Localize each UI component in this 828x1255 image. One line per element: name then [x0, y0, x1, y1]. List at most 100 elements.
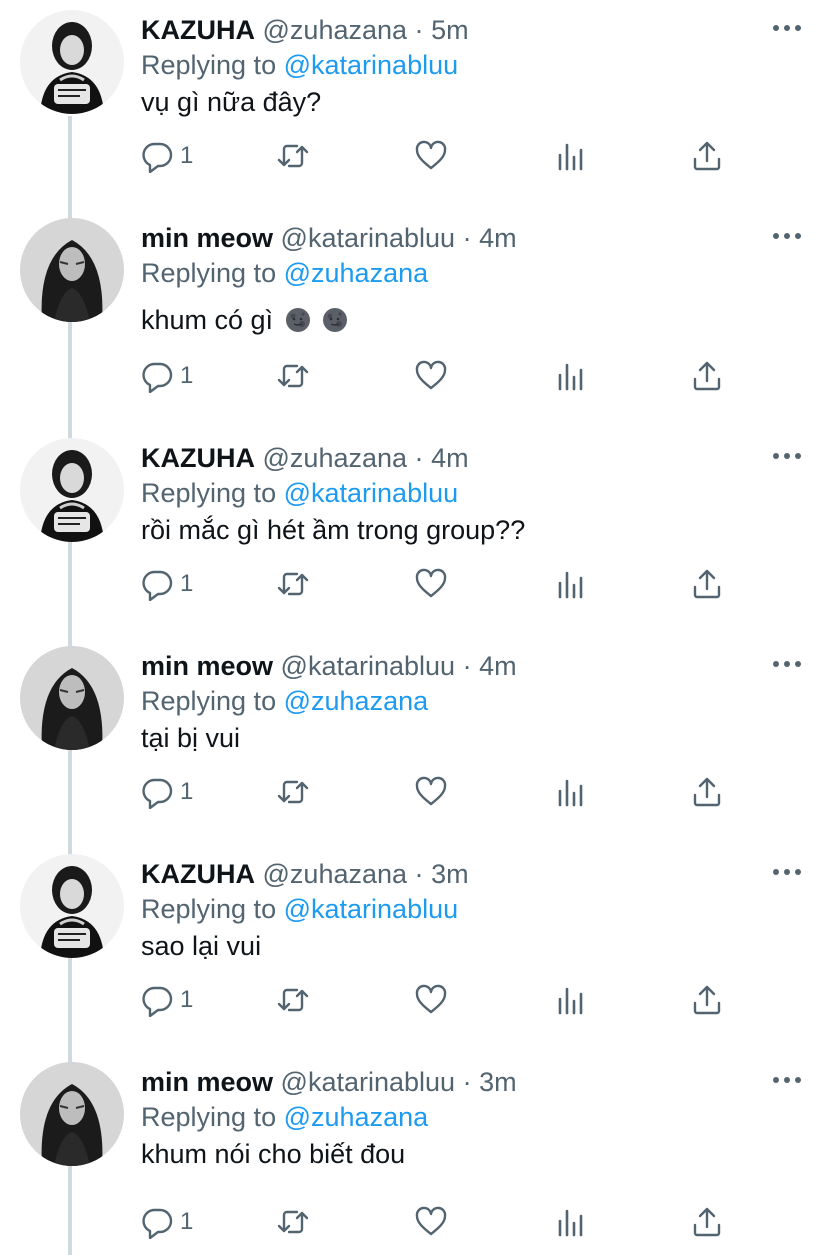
more-horizontal-icon[interactable] [770, 862, 804, 882]
tweet-text: khum có gì [141, 305, 274, 335]
author-name[interactable]: KAZUHA [141, 15, 255, 45]
mention-link[interactable]: @katarinabluu [284, 478, 459, 508]
replying-prefix: Replying to [141, 258, 277, 288]
retweet-button[interactable] [276, 980, 310, 1020]
analytics-button[interactable] [554, 772, 588, 812]
author-handle[interactable]: @katarinabluu [281, 223, 456, 253]
heart-icon [415, 140, 447, 170]
analytics-bars-icon [558, 363, 583, 391]
tweet[interactable]: KAZUHA @zuhazana · 5m Replying to @katar… [0, 0, 828, 208]
tweet-actions: 1 [140, 136, 740, 176]
author-name[interactable]: KAZUHA [141, 443, 255, 473]
separator-dot: · [414, 443, 424, 473]
tweet-header: min meow @katarinabluu · 3m [141, 1064, 517, 1100]
avatar[interactable] [20, 218, 124, 322]
reply-button[interactable]: 1 [140, 980, 193, 1020]
author-name[interactable]: min meow [141, 1067, 273, 1097]
replying-prefix: Replying to [141, 1102, 277, 1132]
tweet-text: khum nói cho biết đou [141, 1139, 406, 1169]
new-moon-face-emoji [323, 308, 348, 332]
share-upload-icon [693, 569, 721, 599]
author-handle[interactable]: @zuhazana [263, 443, 408, 473]
like-button[interactable] [414, 564, 448, 604]
mention-link[interactable]: @zuhazana [284, 258, 429, 288]
like-button[interactable] [414, 136, 448, 176]
share-button[interactable] [690, 136, 724, 176]
retweet-button[interactable] [276, 772, 310, 812]
separator-dot: · [462, 651, 472, 681]
share-button[interactable] [690, 980, 724, 1020]
more-horizontal-icon[interactable] [770, 1070, 804, 1090]
timestamp[interactable]: 3m [479, 1067, 517, 1097]
timestamp[interactable]: 4m [431, 443, 469, 473]
more-horizontal-icon[interactable] [770, 226, 804, 246]
mention-link[interactable]: @katarinabluu [284, 894, 459, 924]
tweet[interactable]: min meow @katarinabluu · 3m Replying to … [0, 1052, 828, 1255]
reply-button[interactable]: 1 [140, 772, 193, 812]
reply-bubble-icon [142, 570, 173, 601]
author-handle[interactable]: @katarinabluu [281, 651, 456, 681]
avatar[interactable] [20, 646, 124, 750]
replying-to: Replying to @zuhazana [141, 683, 428, 719]
share-button[interactable] [690, 772, 724, 812]
author-name[interactable]: KAZUHA [141, 859, 255, 889]
replying-to: Replying to @katarinabluu [141, 891, 458, 927]
replying-prefix: Replying to [141, 894, 277, 924]
avatar[interactable] [20, 854, 124, 958]
mention-link[interactable]: @zuhazana [284, 1102, 429, 1132]
retweet-icon [277, 572, 309, 596]
author-handle[interactable]: @zuhazana [263, 15, 408, 45]
share-upload-icon [693, 985, 721, 1015]
like-button[interactable] [414, 356, 448, 396]
analytics-button[interactable] [554, 356, 588, 396]
avatar[interactable] [20, 1062, 124, 1166]
avatar[interactable] [20, 10, 124, 114]
analytics-button[interactable] [554, 136, 588, 176]
more-horizontal-icon[interactable] [770, 654, 804, 674]
replying-to: Replying to @zuhazana [141, 255, 428, 291]
analytics-bars-icon [558, 987, 583, 1015]
tweet[interactable]: min meow @katarinabluu · 4m Replying to … [0, 636, 828, 844]
timestamp[interactable]: 4m [479, 651, 517, 681]
mention-link[interactable]: @katarinabluu [284, 50, 459, 80]
like-button[interactable] [414, 1202, 448, 1242]
like-button[interactable] [414, 980, 448, 1020]
tweet[interactable]: KAZUHA @zuhazana · 3m Replying to @katar… [0, 844, 828, 1052]
mention-link[interactable]: @zuhazana [284, 686, 429, 716]
share-button[interactable] [690, 356, 724, 396]
retweet-button[interactable] [276, 564, 310, 604]
tweet-text: vụ gì nữa đây? [141, 87, 322, 117]
retweet-button[interactable] [276, 1202, 310, 1242]
reply-button[interactable]: 1 [140, 1202, 193, 1242]
reply-button[interactable]: 1 [140, 356, 193, 396]
timestamp[interactable]: 5m [431, 15, 469, 45]
tweet[interactable]: min meow @katarinabluu · 4m Replying to … [0, 208, 828, 416]
share-button[interactable] [690, 1202, 724, 1242]
author-name[interactable]: min meow [141, 651, 273, 681]
analytics-button[interactable] [554, 564, 588, 604]
min-meow-avatar [20, 1062, 124, 1166]
more-horizontal-icon[interactable] [770, 446, 804, 466]
timestamp[interactable]: 3m [431, 859, 469, 889]
reply-bubble-icon [142, 778, 173, 809]
share-button[interactable] [690, 564, 724, 604]
like-button[interactable] [414, 772, 448, 812]
reply-button[interactable]: 1 [140, 136, 193, 176]
analytics-bars-icon [558, 1209, 583, 1237]
replying-to: Replying to @katarinabluu [141, 47, 458, 83]
reply-button[interactable]: 1 [140, 564, 193, 604]
heart-icon [415, 568, 447, 598]
more-horizontal-icon[interactable] [770, 18, 804, 38]
author-handle[interactable]: @zuhazana [263, 859, 408, 889]
tweet[interactable]: KAZUHA @zuhazana · 4m Replying to @katar… [0, 428, 828, 636]
analytics-bars-icon [558, 571, 583, 599]
retweet-button[interactable] [276, 136, 310, 176]
timestamp[interactable]: 4m [479, 223, 517, 253]
author-name[interactable]: min meow [141, 223, 273, 253]
author-handle[interactable]: @katarinabluu [281, 1067, 456, 1097]
analytics-button[interactable] [554, 980, 588, 1020]
retweet-button[interactable] [276, 356, 310, 396]
avatar[interactable] [20, 438, 124, 542]
retweet-icon [277, 364, 309, 388]
analytics-button[interactable] [554, 1202, 588, 1242]
